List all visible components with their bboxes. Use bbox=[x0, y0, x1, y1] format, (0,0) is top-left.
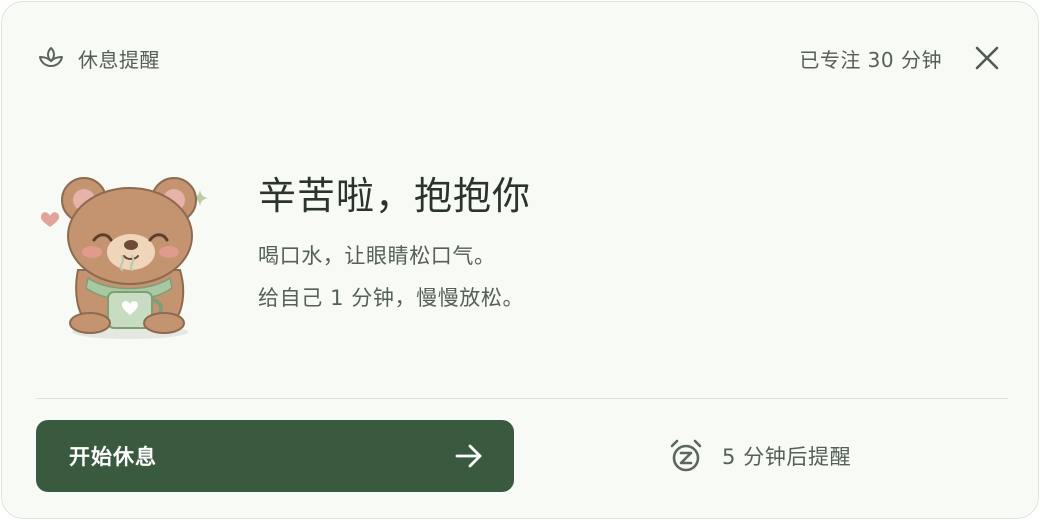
snooze-label: 5 分钟后提醒 bbox=[722, 445, 852, 469]
break-reminder-card: 休息提醒 已专注 30 分钟 辛苦啦，抱抱你 喝口水，让眼睛松口气。 给自己 1… bbox=[1, 1, 1039, 519]
close-icon bbox=[975, 46, 999, 70]
app-title: 休息提醒 bbox=[78, 47, 160, 72]
divider bbox=[36, 398, 1008, 399]
headline: 辛苦啦，抱抱你 bbox=[258, 174, 532, 218]
start-break-label: 开始休息 bbox=[69, 445, 157, 469]
focus-duration-text: 已专注 30 分钟 bbox=[799, 47, 942, 72]
leaf-icon bbox=[39, 47, 63, 67]
message-line-2: 给自己 1 分钟，慢慢放松。 bbox=[258, 286, 525, 310]
start-break-button[interactable]: 开始休息 bbox=[36, 420, 514, 492]
close-button[interactable] bbox=[972, 43, 1002, 73]
message-line-1: 喝口水，让眼睛松口气。 bbox=[258, 244, 496, 268]
arrow-right-icon bbox=[455, 444, 482, 468]
bear-with-cup-illustration bbox=[40, 177, 208, 339]
snooze-button[interactable]: 5 分钟后提醒 bbox=[668, 436, 851, 476]
app-header: 休息提醒 bbox=[37, 42, 160, 74]
alarm-clock-snooze-icon bbox=[670, 439, 702, 472]
header-right: 已专注 30 分钟 bbox=[799, 40, 1002, 76]
